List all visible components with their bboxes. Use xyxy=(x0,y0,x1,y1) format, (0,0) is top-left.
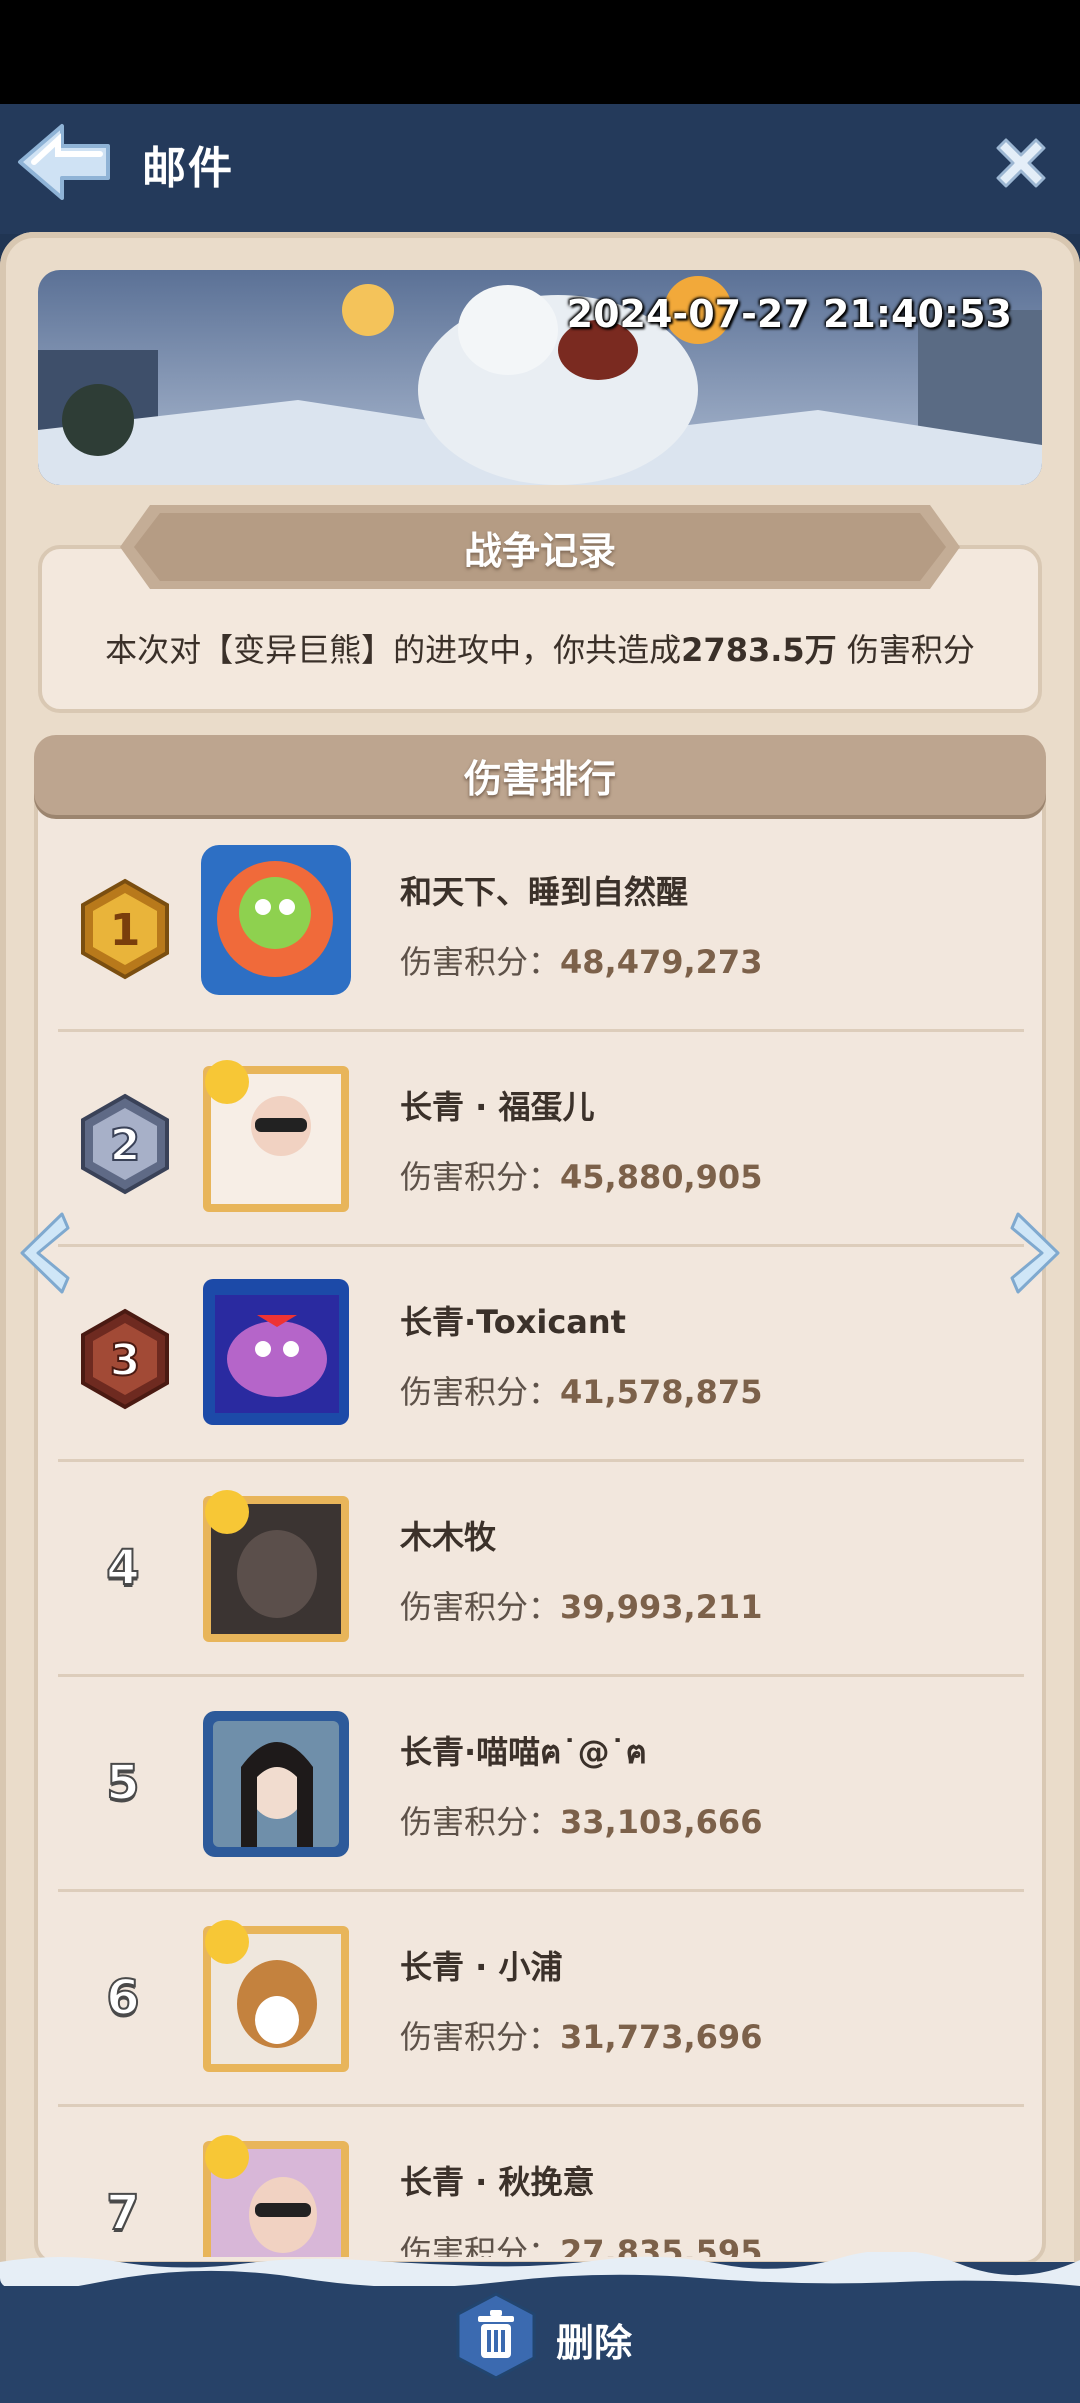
score-label: 伤害积分： xyxy=(400,1803,561,1841)
page-title: 邮件 xyxy=(142,143,234,194)
battle-banner-image: 2024-07-27 21:40:53 xyxy=(38,270,1042,485)
rank-medal-gold-icon: 1 xyxy=(81,878,169,980)
player-name: 长青 · 小浦 xyxy=(400,1948,563,1986)
player-avatar[interactable] xyxy=(193,1052,358,1217)
score-value: 39,993,211 xyxy=(560,1588,763,1626)
war-record-prefix: 本次对【变异巨熊】的进攻中，你共造成 xyxy=(105,631,682,669)
ranking-row-3: 3 长青·Toxicant 伤害积分：41,578,875 xyxy=(58,1247,1024,1462)
player-name: 长青 · 秋挽意 xyxy=(400,2163,595,2201)
rank-number: 7 xyxy=(105,2184,140,2242)
player-name: 和天下、睡到自然醒 xyxy=(400,873,689,911)
delete-label: 删除 xyxy=(556,2321,633,2365)
player-avatar[interactable] xyxy=(193,1697,358,1862)
ranking-row-7: 7 长青 · 秋挽意 伤害积分：27,835,595 xyxy=(58,2107,1024,2257)
snow-decoration xyxy=(0,2252,1080,2286)
player-score: 伤害积分：33,103,666 xyxy=(400,1797,762,1843)
ranking-row-5: 5 长青·喵喵ฅ˙@˙ฅ 伤害积分：33,103,666 xyxy=(58,1677,1024,1892)
player-avatar[interactable] xyxy=(193,837,358,1002)
ranking-title: 伤害排行 xyxy=(463,757,616,801)
player-score: 伤害积分：48,479,273 xyxy=(400,937,762,983)
player-avatar[interactable] xyxy=(193,1912,358,2077)
score-value: 45,880,905 xyxy=(560,1158,763,1196)
score-value: 48,479,273 xyxy=(560,943,763,981)
player-score: 伤害积分：41,578,875 xyxy=(400,1367,762,1413)
player-avatar[interactable] xyxy=(193,1482,358,1647)
close-button[interactable] xyxy=(990,132,1052,194)
score-value: 33,103,666 xyxy=(560,1803,763,1841)
rank-number: 5 xyxy=(105,1754,140,1812)
rank-medal-bronze-icon: 3 xyxy=(81,1308,169,1410)
player-name: 长青·喵喵ฅ˙@˙ฅ xyxy=(400,1733,647,1771)
war-record-suffix: 伤害积分 xyxy=(836,631,975,669)
rank-medal-number: 2 xyxy=(110,1120,141,1171)
player-name: 木木牧 xyxy=(400,1518,497,1556)
score-label: 伤害积分： xyxy=(400,2018,561,2056)
ranking-row-2: 2 长青 · 福蛋儿 伤害积分：45,880,905 xyxy=(58,1032,1024,1247)
score-value: 31,773,696 xyxy=(560,2018,763,2056)
mail-timestamp: 2024-07-27 21:40:53 xyxy=(566,292,1012,336)
rank-medal-number: 3 xyxy=(110,1335,141,1386)
player-avatar[interactable] xyxy=(193,1267,358,1432)
back-arrow-icon xyxy=(18,124,110,200)
player-name: 长青 · 福蛋儿 xyxy=(400,1088,595,1126)
rank-number: 4 xyxy=(105,1539,140,1597)
delete-button[interactable]: 删除 xyxy=(450,2290,650,2382)
status-bar xyxy=(0,0,1080,104)
ranking-row-6: 6 长青 · 小浦 伤害积分：31,773,696 xyxy=(58,1892,1024,2107)
player-score: 伤害积分：39,993,211 xyxy=(400,1582,762,1628)
war-record-text: 本次对【变异巨熊】的进攻中，你共造成2783.5万 伤害积分 xyxy=(38,625,1042,671)
rank-number: 6 xyxy=(105,1969,140,2027)
war-record-title: 战争记录 xyxy=(463,529,616,573)
score-value: 41,578,875 xyxy=(560,1373,763,1411)
rank-medal-number: 1 xyxy=(110,905,141,956)
war-record-damage: 2783.5万 xyxy=(681,631,837,669)
close-icon xyxy=(996,138,1046,188)
player-avatar[interactable] xyxy=(193,2127,358,2257)
score-label: 伤害积分： xyxy=(400,943,561,981)
score-label: 伤害积分： xyxy=(400,1588,561,1626)
player-score: 伤害积分：45,880,905 xyxy=(400,1152,762,1198)
score-label: 伤害积分： xyxy=(400,1373,561,1411)
trash-icon xyxy=(456,2292,536,2380)
player-name: 长青·Toxicant xyxy=(400,1303,626,1341)
ranking-row-1: 1 和天下、睡到自然醒 伤害积分：48,479,273 xyxy=(58,817,1024,1032)
rank-medal-silver-icon: 2 xyxy=(81,1093,169,1195)
ranking-row-4: 4 木木牧 伤害积分：39,993,211 xyxy=(58,1462,1024,1677)
player-score: 伤害积分：31,773,696 xyxy=(400,2012,762,2058)
score-label: 伤害积分： xyxy=(400,1158,561,1196)
back-button[interactable] xyxy=(14,120,114,204)
